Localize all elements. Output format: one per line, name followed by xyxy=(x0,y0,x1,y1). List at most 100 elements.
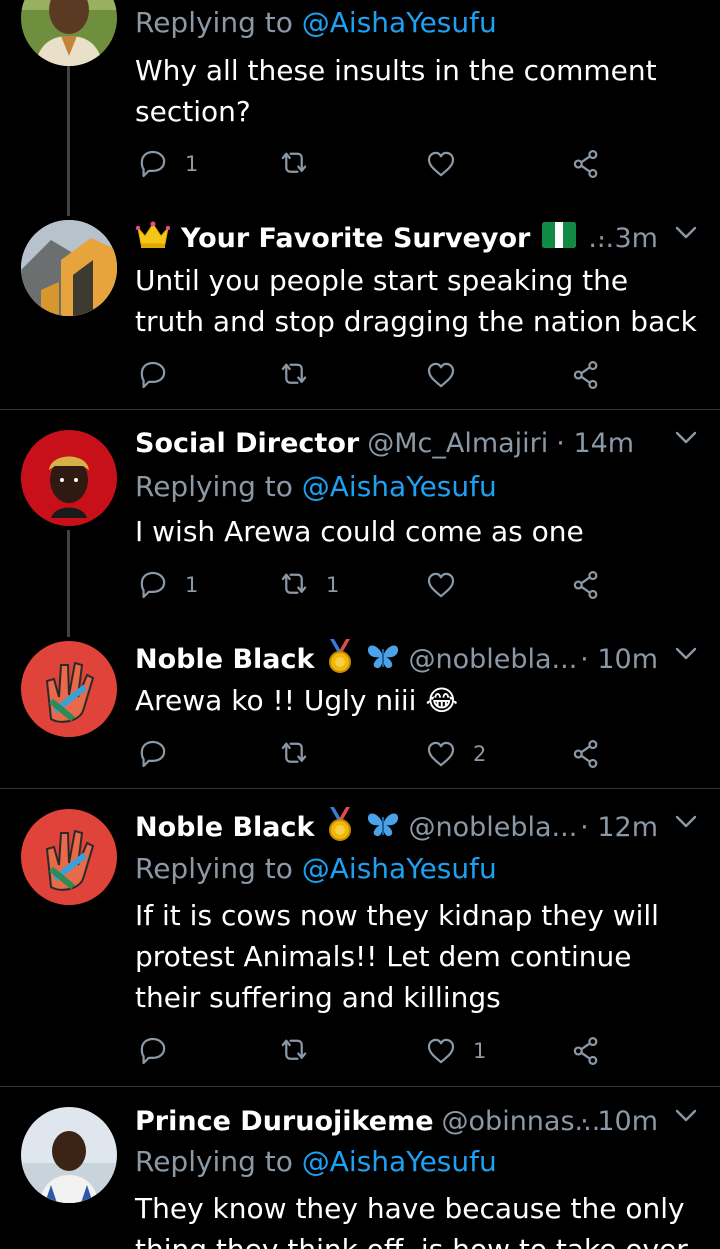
like-icon xyxy=(427,1038,455,1064)
retweet-icon xyxy=(281,152,307,173)
tweet-text: Why all these insults in the comment sec… xyxy=(135,54,657,128)
tweet-text: I wish Arewa could come as one xyxy=(135,515,584,548)
like-button[interactable]: 1 xyxy=(423,1031,486,1071)
timestamp[interactable]: · 3m xyxy=(597,223,658,254)
replying-to: Replying to @AishaYesufu xyxy=(135,1145,497,1178)
avatar[interactable] xyxy=(21,430,117,526)
replying-to: Replying to @AishaYesufu xyxy=(135,6,497,39)
action-bar xyxy=(135,355,615,395)
tweet-header: Prince Duruojikeme @obinnas... · 10m xyxy=(135,1101,720,1141)
reply-icon xyxy=(140,571,166,599)
like-button[interactable] xyxy=(423,565,473,605)
retweet-button[interactable] xyxy=(276,144,326,184)
butterfly-icon xyxy=(366,809,400,846)
retweet-icon xyxy=(281,1039,307,1060)
handle[interactable]: @noblebla... xyxy=(408,644,577,675)
timestamp[interactable]: · 10m xyxy=(580,1106,658,1137)
butterfly-icon xyxy=(366,641,400,678)
tweet[interactable]: Your Favorite Surveyor ... · 3m Until yo… xyxy=(0,210,720,410)
reply-count: 1 xyxy=(185,152,199,176)
retweet-button[interactable] xyxy=(276,1031,312,1071)
chevron-down-icon[interactable] xyxy=(674,645,698,663)
share-icon xyxy=(573,361,598,389)
tweet[interactable]: Noble Black @noblebla... · 12m Replying … xyxy=(0,789,720,1086)
retweet-icon xyxy=(281,742,307,763)
tweet[interactable]: Noble Black @noblebla... · 10m Arewa ko … xyxy=(0,625,720,788)
action-bar: 1 xyxy=(135,144,615,184)
reply-icon xyxy=(140,740,166,768)
mention-link[interactable]: @AishaYesufu xyxy=(302,6,497,39)
crown-icon xyxy=(135,220,171,257)
timestamp[interactable]: · 12m xyxy=(580,812,658,843)
share-icon xyxy=(573,1037,598,1065)
share-button[interactable] xyxy=(568,355,604,395)
retweet-button[interactable]: 1 xyxy=(276,565,339,605)
share-button[interactable] xyxy=(568,734,604,774)
chevron-down-icon[interactable] xyxy=(674,429,698,447)
tweet-text: If it is cows now they kidnap they will … xyxy=(135,899,659,1014)
retweet-icon xyxy=(281,363,307,384)
action-bar: 1 1 xyxy=(135,565,615,605)
tweet[interactable]: Prince Duruojikeme @obinnas... · 10m Rep… xyxy=(0,1087,720,1249)
tweet-text: They know they have because the only thi… xyxy=(135,1192,688,1249)
action-bar: 1 xyxy=(135,1031,615,1071)
retweet-count: 1 xyxy=(326,573,340,597)
reply-button[interactable] xyxy=(135,734,171,774)
avatar[interactable] xyxy=(21,0,117,66)
reply-icon xyxy=(140,150,166,178)
share-icon xyxy=(573,740,598,768)
display-name[interactable]: Noble Black xyxy=(135,644,314,675)
replying-to: Replying to @AishaYesufu xyxy=(135,852,497,885)
chevron-down-icon[interactable] xyxy=(674,1107,698,1125)
nigeria-flag-icon xyxy=(542,221,577,255)
share-button[interactable] xyxy=(568,144,604,184)
like-button[interactable] xyxy=(423,355,459,395)
reply-button[interactable] xyxy=(135,355,171,395)
like-icon xyxy=(427,572,455,598)
like-icon xyxy=(427,151,455,177)
tweet[interactable]: Social Director @Mc_Almajiri · 14m Reply… xyxy=(0,410,720,625)
like-button[interactable]: 2 xyxy=(423,734,486,774)
tweet-header: Noble Black @noblebla... · 10m xyxy=(135,638,720,680)
avatar[interactable] xyxy=(21,220,117,316)
medal-icon xyxy=(324,638,356,680)
tweet-header: Social Director @Mc_Almajiri · 14m xyxy=(135,423,720,463)
like-icon xyxy=(427,362,455,388)
tweet-header: Noble Black @noblebla... · 12m xyxy=(135,806,720,848)
handle[interactable]: @obinnas... xyxy=(442,1106,601,1137)
chevron-down-icon[interactable] xyxy=(674,224,698,242)
reply-button[interactable] xyxy=(135,1031,171,1071)
display-name[interactable]: Noble Black xyxy=(135,812,314,843)
avatar[interactable] xyxy=(21,641,117,737)
retweet-button[interactable] xyxy=(276,355,312,395)
avatar[interactable] xyxy=(21,809,117,905)
share-button[interactable] xyxy=(568,565,604,605)
tweet-header: Your Favorite Surveyor ... · 3m xyxy=(135,218,720,258)
like-count: 2 xyxy=(473,742,487,766)
reply-count: 1 xyxy=(185,573,199,597)
retweet-button[interactable] xyxy=(276,734,312,774)
display-name[interactable]: Prince Duruojikeme xyxy=(135,1106,434,1137)
mention-link[interactable]: @AishaYesufu xyxy=(302,1145,497,1178)
replying-to: Replying to @AishaYesufu xyxy=(135,470,497,503)
mention-link[interactable]: @AishaYesufu xyxy=(302,470,497,503)
chevron-down-icon[interactable] xyxy=(674,813,698,831)
tweet-text: Arewa ko !! Ugly niii 😂 xyxy=(135,684,459,717)
share-button[interactable] xyxy=(568,1031,604,1071)
like-button[interactable] xyxy=(423,144,473,184)
share-icon xyxy=(573,571,598,599)
handle[interactable]: @noblebla... xyxy=(408,812,577,843)
avatar[interactable] xyxy=(21,1107,117,1203)
reply-icon xyxy=(140,1037,166,1065)
display-name[interactable]: Your Favorite Surveyor xyxy=(181,223,530,254)
tweet[interactable]: Replying to @AishaYesufu Why all these i… xyxy=(0,0,720,210)
reply-button[interactable]: 1 xyxy=(135,565,198,605)
timestamp[interactable]: · 14m xyxy=(556,428,634,459)
tweet-text: Until you people start speaking the trut… xyxy=(135,264,697,338)
timestamp[interactable]: · 10m xyxy=(580,644,658,675)
mention-link[interactable]: @AishaYesufu xyxy=(302,852,497,885)
medal-icon xyxy=(324,806,356,848)
reply-button[interactable]: 1 xyxy=(135,144,198,184)
handle[interactable]: @Mc_Almajiri xyxy=(367,428,548,459)
display-name[interactable]: Social Director xyxy=(135,428,359,459)
